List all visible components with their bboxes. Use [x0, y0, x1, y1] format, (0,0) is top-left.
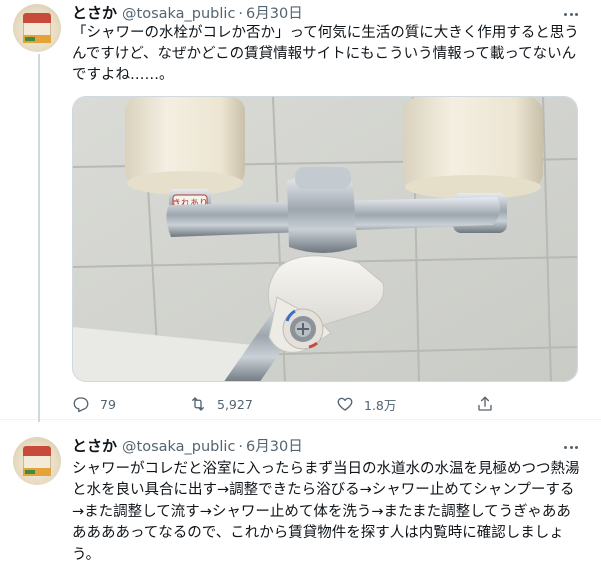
- tweet-date[interactable]: 6月30日: [246, 6, 303, 22]
- user-handle[interactable]: @tosaka_public: [122, 6, 235, 22]
- display-name[interactable]: とさか: [72, 437, 117, 455]
- reply-count: 79: [100, 396, 116, 412]
- like-count: 1.8万: [364, 397, 397, 413]
- tweet-date[interactable]: 6月30日: [246, 439, 303, 455]
- tweet-header: とさか @tosaka_public · 6月30日: [72, 436, 303, 456]
- tweet-text: 「シャワーの水栓がコレか否か」って何気に生活の質に大きく作用すると思うんですけど…: [72, 25, 579, 83]
- tweet[interactable]: とさか @tosaka_public · 6月30日 シャワーがコレだと浴室に入ったら…: [0, 421, 601, 561]
- heart-icon: [337, 397, 353, 411]
- more-options-icon[interactable]: [561, 437, 581, 457]
- avatar[interactable]: [13, 4, 61, 52]
- user-handle[interactable]: @tosaka_public: [122, 439, 235, 455]
- avatar[interactable]: [13, 437, 61, 485]
- share-button[interactable]: [476, 391, 494, 417]
- reply-button[interactable]: 79: [72, 391, 116, 417]
- display-name[interactable]: とさか: [72, 4, 117, 22]
- photo-two-handle-shower-faucet: きれあり: [73, 97, 577, 381]
- tweet-text: シャワーがコレだと浴室に入ったらまず当日の水道水の水温を見極めつつ熱湯と水を良い…: [72, 461, 580, 561]
- retweet-count: 5,927: [217, 396, 253, 412]
- separator-dot: ·: [238, 439, 244, 455]
- reply-icon: [73, 397, 89, 413]
- like-button[interactable]: 1.8万: [336, 391, 396, 417]
- thread-connector-line: [38, 54, 40, 422]
- retweet-button[interactable]: 5,927: [189, 391, 253, 417]
- retweet-icon: [192, 397, 204, 411]
- tweet[interactable]: とさか @tosaka_public · 6月30日 「シャワーの水栓がコレか否か」っ…: [0, 0, 601, 422]
- tweet-image[interactable]: きれあり: [72, 96, 578, 382]
- more-options-icon[interactable]: [561, 4, 581, 24]
- tweet-actions: 79 5,927 1.8万: [72, 391, 492, 417]
- separator-dot: ·: [238, 6, 244, 22]
- share-icon: [478, 396, 492, 411]
- tweet-header: とさか @tosaka_public · 6月30日: [72, 3, 303, 23]
